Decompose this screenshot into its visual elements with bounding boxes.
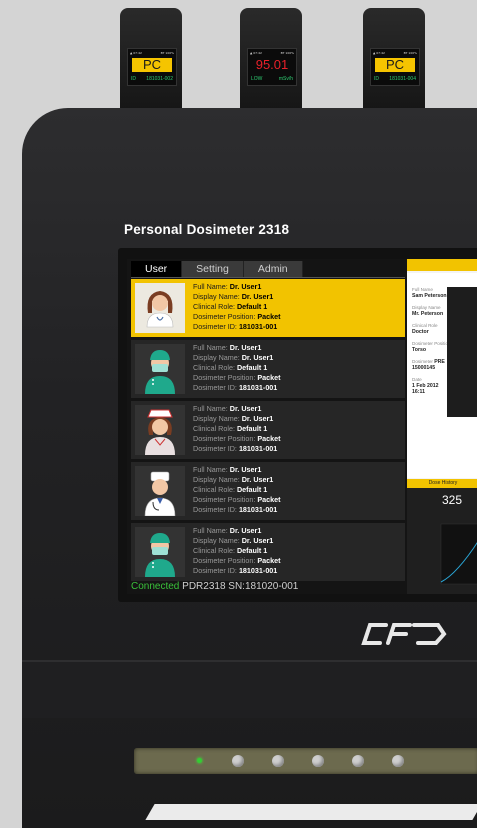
user-row[interactable]: Full Name: Dr. User1 Display Name: Dr. U… [131, 523, 405, 581]
touch-screen: User Setting Admin Full Name: Dr. User1 … [127, 259, 477, 594]
dosimeter-display: ▲ 07:42 BT 100% PC ID 181031-002 [127, 48, 177, 86]
dosimeter-value: 95.01 [255, 57, 289, 72]
status-led [197, 758, 202, 763]
dose-history-title: Dose History [407, 479, 477, 488]
dose-history-chart [440, 523, 477, 585]
detail-dosimeter: Dosimeter PRE 15000145 [412, 359, 445, 371]
dosimeter-status: ▲ 07:42 BT 100% [250, 51, 294, 55]
user-info: Full Name: Dr. User1 Display Name: Dr. U… [193, 465, 281, 514]
device-ledge [22, 660, 477, 718]
user-info: Full Name: Dr. User1 Display Name: Dr. U… [193, 404, 281, 453]
dosimeter-subtext: LOW mSv/h [251, 76, 293, 82]
connection-status: Connected [131, 581, 180, 592]
dock-strip [134, 748, 477, 774]
status-bar: Connected PDR2318 SN:181020-001 [131, 581, 298, 592]
user-info: Full Name: Dr. User1 Display Name: Dr. U… [193, 526, 281, 575]
dosimeter-subtext: ID 181031-004 [374, 76, 416, 82]
user-list: Full Name: Dr. User1 Display Name: Dr. U… [131, 279, 405, 584]
tab-bar: User Setting Admin [131, 261, 303, 277]
dock-slot-2 [272, 755, 284, 767]
tab-user[interactable]: User [131, 261, 183, 277]
detail-panel: Full Name Sam Peterson Display Name Mr. Pe… [407, 259, 477, 594]
floor-reflection [145, 804, 477, 820]
dosimeter-2: ▲ 07:42 BT 100% 95.01 LOW mSv/h [240, 8, 302, 120]
detail-full-name: Full Name Sam Peterson [412, 287, 447, 299]
tab-setting[interactable]: Setting [182, 261, 244, 277]
detail-dark-block [447, 287, 477, 417]
dosimeter-1: ▲ 07:42 BT 100% PC ID 181031-002 [120, 8, 182, 120]
dosimeter-subtext: ID 181031-002 [131, 76, 173, 82]
dose-history: Dose History 325 [407, 479, 477, 594]
user-info: Full Name: Dr. User1 Display Name: Dr. U… [193, 343, 281, 392]
user-info: Full Name: Dr. User1 Display Name: Dr. U… [193, 282, 281, 331]
nurse-avatar-icon [135, 405, 185, 455]
tab-admin[interactable]: Admin [243, 261, 303, 277]
dosimeter-display: ▲ 07:42 BT 100% 95.01 LOW mSv/h [247, 48, 297, 86]
dosimeter-3: ▲ 07:42 BT 100% PC ID 181031-004 [363, 8, 425, 120]
device-title: Personal Dosimeter 2318 [124, 222, 290, 237]
dosimeter-value: PC [375, 58, 415, 72]
detail-role: Clinical Role Doctor [412, 323, 438, 335]
tab-divider [131, 277, 405, 278]
brand-logo [361, 623, 447, 645]
dock-slot-3 [312, 755, 324, 767]
user-row[interactable]: Full Name: Dr. User1 Display Name: Dr. U… [131, 340, 405, 398]
user-row[interactable]: Full Name: Dr. User1 Display Name: Dr. U… [131, 462, 405, 520]
dosimeter-value: PC [132, 58, 172, 72]
female-doctor-avatar-icon [135, 283, 185, 333]
user-row[interactable]: Full Name: Dr. User1 Display Name: Dr. U… [131, 401, 405, 459]
detail-header [407, 259, 477, 271]
detail-card: Full Name Sam Peterson Display Name Mr. Pe… [407, 273, 477, 478]
detail-date: Date 1 Feb 2012 16:11 [412, 377, 439, 395]
dosimeter-status: ▲ 07:42 BT 100% [130, 51, 174, 55]
user-row[interactable]: Full Name: Dr. User1 Display Name: Dr. U… [131, 279, 405, 337]
device-serial: PDR2318 SN:181020-001 [182, 581, 299, 592]
doctor-avatar-icon [135, 466, 185, 517]
dock-slot-1 [232, 755, 244, 767]
detail-position: Dosimeter Position Torso [412, 341, 451, 353]
dock-slot-5 [392, 755, 404, 767]
surgeon-avatar-icon [135, 344, 185, 394]
dock-slot-4 [352, 755, 364, 767]
dosimeter-status: ▲ 07:42 BT 100% [373, 51, 417, 55]
detail-display-name: Display Name Mr. Peterson [412, 305, 444, 317]
dosimeter-display: ▲ 07:42 BT 100% PC ID 181031-004 [370, 48, 420, 86]
surgeon-avatar-icon [135, 527, 185, 577]
